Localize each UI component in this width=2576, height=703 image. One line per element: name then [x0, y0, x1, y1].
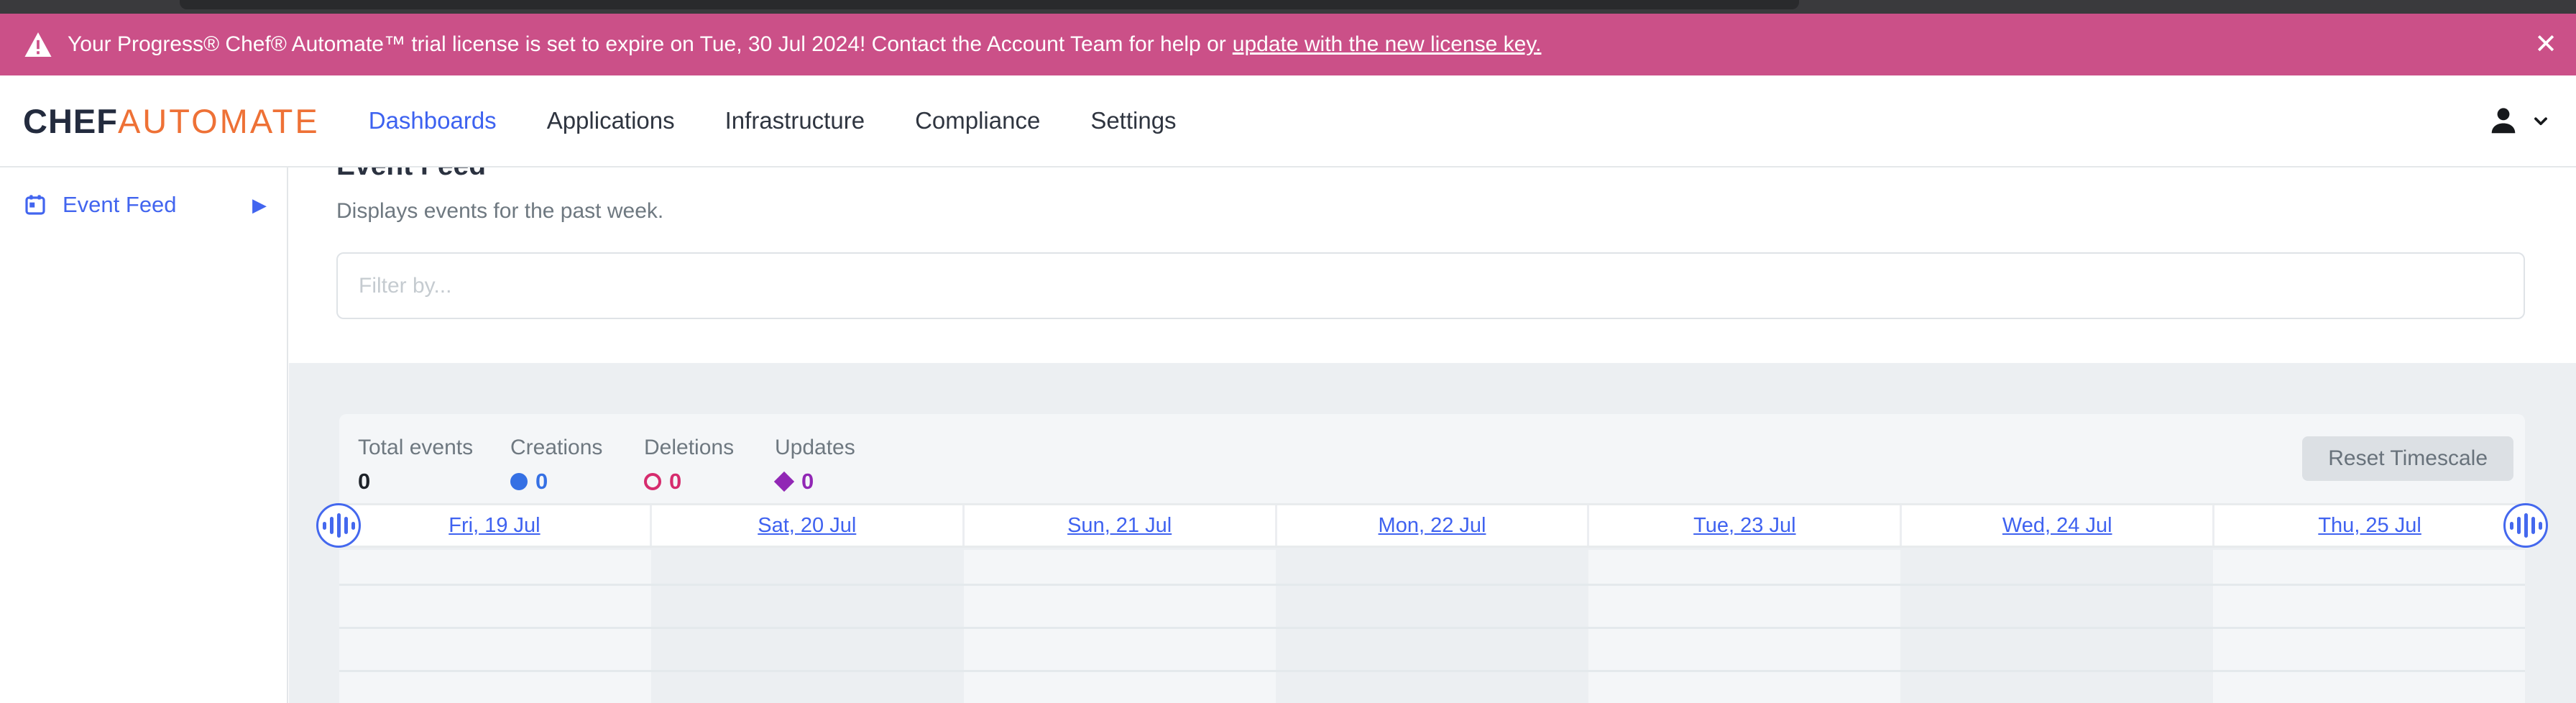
stat-total-events: Total events 0	[358, 436, 473, 495]
day-cell: Sun, 21 Jul	[965, 505, 1277, 546]
browser-chrome	[0, 0, 2576, 14]
calendar-icon	[24, 193, 47, 216]
page-title: Event Feed	[336, 167, 2576, 180]
day-cell: Fri, 19 Jul	[339, 505, 652, 546]
stat-value: 0	[669, 469, 681, 495]
banner-message: Your Progress® Chef® Automate™ trial lic…	[68, 32, 1226, 57]
event-feed-panel: Total events 0 Creations 0 Deletions 0 U…	[289, 363, 2576, 703]
page-head: Event Feed	[336, 167, 2576, 180]
banner-license-link[interactable]: update with the new license key.	[1233, 32, 1542, 57]
sidebar: Event Feed ▶	[0, 167, 288, 703]
license-banner: Your Progress® Chef® Automate™ trial lic…	[0, 14, 2576, 75]
chevron-down-icon	[2529, 109, 2553, 133]
timeline-scroll-left-button[interactable]	[316, 503, 361, 548]
stat-label: Creations	[510, 436, 602, 460]
stat-label: Updates	[775, 436, 855, 460]
event-stats: Total events 0 Creations 0 Deletions 0 U…	[339, 414, 2525, 503]
stat-creations: Creations 0	[510, 436, 602, 495]
day-link-mon-22-jul[interactable]: Mon, 22 Jul	[1379, 514, 1486, 538]
nav-infrastructure[interactable]: Infrastructure	[725, 107, 865, 134]
stat-deletions: Deletions 0	[644, 436, 734, 495]
day-cell: Sat, 20 Jul	[652, 505, 965, 546]
day-link-thu-25-jul[interactable]: Thu, 25 Jul	[2318, 514, 2421, 538]
stat-value: 0	[801, 469, 814, 495]
user-icon	[2487, 104, 2520, 137]
filter-input[interactable]	[336, 252, 2525, 319]
event-timeline-card: Total events 0 Creations 0 Deletions 0 U…	[339, 414, 2525, 703]
day-cell: Wed, 24 Jul	[1902, 505, 2214, 546]
sidebar-item-label: Event Feed	[63, 192, 177, 218]
stat-label: Deletions	[644, 436, 734, 460]
user-menu[interactable]	[2487, 104, 2553, 137]
stat-value: 0	[535, 469, 548, 495]
day-cell: Mon, 22 Jul	[1277, 505, 1590, 546]
timeline-scroll-right-button[interactable]	[2503, 503, 2548, 548]
stat-updates: Updates 0	[775, 436, 855, 495]
reset-timescale-button[interactable]: Reset Timescale	[2302, 436, 2513, 481]
day-link-wed-24-jul[interactable]: Wed, 24 Jul	[2002, 514, 2112, 538]
stat-value: 0	[358, 469, 370, 495]
grid-row-divider	[339, 584, 2525, 586]
day-cell: Tue, 23 Jul	[1589, 505, 1902, 546]
nav-settings[interactable]: Settings	[1090, 107, 1176, 134]
sidebar-expand-icon[interactable]: ▶	[252, 194, 267, 216]
nav-compliance[interactable]: Compliance	[915, 107, 1040, 134]
warning-icon	[24, 32, 52, 57]
day-link-fri-19-jul[interactable]: Fri, 19 Jul	[448, 514, 540, 538]
nav-dashboards[interactable]: Dashboards	[369, 107, 497, 134]
timeline-day-header: Fri, 19 Jul Sat, 20 Jul Sun, 21 Jul Mon,…	[339, 503, 2525, 548]
browser-tab	[180, 0, 1799, 9]
stat-label: Total events	[358, 436, 473, 460]
day-link-sun-21-jul[interactable]: Sun, 21 Jul	[1067, 514, 1172, 538]
creation-marker-icon	[510, 473, 528, 490]
primary-nav: Dashboards Applications Infrastructure C…	[369, 107, 1177, 134]
app-header: CHEFAUTOMATE Dashboards Applications Inf…	[0, 75, 2576, 167]
grid-row-divider	[339, 627, 2525, 629]
content-area: Event Feed ▶ Event Feed Displays events …	[0, 167, 2576, 703]
waveform-icon	[323, 513, 355, 538]
day-link-tue-23-jul[interactable]: Tue, 23 Jul	[1693, 514, 1795, 538]
logo-automate: AUTOMATE	[118, 102, 320, 140]
day-cell: Thu, 25 Jul	[2214, 505, 2525, 546]
banner-close-button[interactable]: ✕	[2534, 31, 2557, 58]
sidebar-item-event-feed[interactable]: Event Feed ▶	[0, 183, 287, 226]
close-icon: ✕	[2534, 29, 2557, 60]
main-pane: Event Feed Displays events for the past …	[288, 167, 2576, 703]
page-subtitle: Displays events for the past week.	[336, 199, 2576, 224]
chef-automate-logo[interactable]: CHEFAUTOMATE	[23, 101, 320, 141]
deletion-marker-icon	[644, 473, 661, 490]
day-link-sat-20-jul[interactable]: Sat, 20 Jul	[758, 514, 856, 538]
nav-applications[interactable]: Applications	[547, 107, 675, 134]
logo-chef: CHEF	[23, 102, 118, 140]
update-marker-icon	[774, 472, 794, 492]
grid-row-divider	[339, 670, 2525, 672]
waveform-icon	[2510, 513, 2542, 538]
